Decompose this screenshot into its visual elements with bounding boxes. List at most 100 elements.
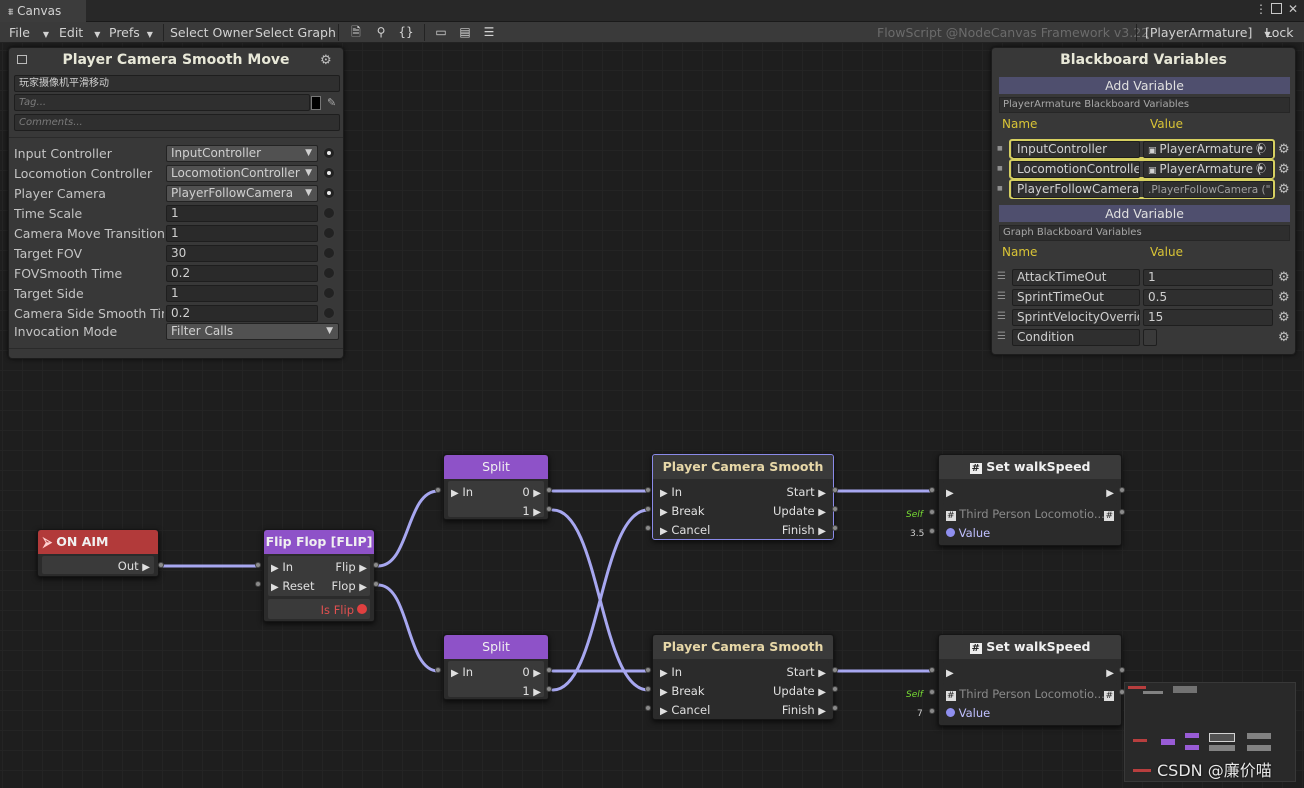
blackboard-link-toggle[interactable]: [323, 267, 335, 279]
port-connector[interactable]: [1119, 509, 1125, 515]
blackboard-link-toggle[interactable]: [323, 287, 335, 299]
player-camera-smooth-move-node-2[interactable]: Player Camera Smooth Move ▶ In ▶ Break ▶…: [652, 634, 834, 720]
tag-field[interactable]: Tag...: [14, 94, 310, 111]
in-port[interactable]: ▶ In: [660, 665, 682, 681]
flow-out-port[interactable]: ▶: [1106, 665, 1114, 681]
add-variable-button[interactable]: Add Variable: [999, 205, 1290, 222]
owner-dropdown[interactable]: [PlayerArmature] ▼: [1145, 22, 1270, 43]
kebab-menu-icon[interactable]: ⋮: [1255, 2, 1267, 16]
blackboard-link-toggle[interactable]: [323, 167, 335, 179]
param-dropdown[interactable]: PlayerFollowCamera ▼: [166, 185, 318, 202]
panel-middle-icon[interactable]: ▤: [457, 25, 473, 39]
gear-icon[interactable]: ⚙: [1278, 311, 1290, 324]
port-connector[interactable]: [832, 525, 838, 531]
gear-icon[interactable]: ⚙: [1278, 331, 1290, 344]
port-connector[interactable]: [546, 487, 552, 493]
in-port[interactable]: ▶ In: [451, 665, 473, 681]
value-port[interactable]: Value: [946, 706, 990, 720]
port-connector[interactable]: [373, 581, 379, 587]
flow-in-port[interactable]: ▶: [946, 485, 954, 501]
param-field[interactable]: 0.2: [166, 305, 318, 322]
port-connector[interactable]: [929, 487, 935, 493]
port-connector[interactable]: [1119, 667, 1125, 673]
update-port[interactable]: Update ▶: [773, 504, 826, 520]
out-port[interactable]: Out ▶: [118, 559, 150, 575]
variable-value-field[interactable]: 0.5: [1143, 289, 1273, 306]
port-connector[interactable]: [645, 487, 651, 493]
cancel-port[interactable]: ▶ Cancel: [660, 703, 710, 719]
reset-port[interactable]: ▶ Reset: [271, 579, 314, 595]
player-camera-smooth-move-node-1[interactable]: Player Camera Smooth Move ▶ In ▶ Break ▶…: [652, 454, 834, 540]
flop-port[interactable]: Flop ▶: [331, 579, 367, 595]
set-walkspeed-node-2[interactable]: # Set walkSpeed ▶ ▶ # Third Person Locom…: [938, 634, 1122, 726]
port-connector[interactable]: [435, 487, 441, 493]
port-connector[interactable]: [929, 689, 935, 695]
port-connector[interactable]: [929, 528, 935, 534]
drag-handle-icon[interactable]: ■: [997, 183, 1005, 195]
value-port[interactable]: Value: [946, 526, 990, 540]
node-name-field[interactable]: 玩家摄像机平滑移动: [14, 75, 340, 92]
comments-field[interactable]: Comments...: [14, 114, 340, 131]
blackboard-link-toggle[interactable]: [323, 247, 335, 259]
maximize-icon[interactable]: [1271, 3, 1282, 14]
finish-port[interactable]: Finish ▶: [782, 523, 826, 539]
split-node-1[interactable]: Split ▶ In 0 ▶ 1 ▶: [443, 454, 549, 520]
select-owner-button[interactable]: Select Owner: [170, 22, 253, 43]
out-1-port[interactable]: 1 ▶: [522, 684, 541, 700]
flip-port[interactable]: Flip ▶: [335, 560, 367, 576]
on-aim-action-node[interactable]: ⮚ ON AIM ACTION Out ▶: [37, 529, 159, 577]
break-port[interactable]: ▶ Break: [660, 504, 705, 520]
port-connector[interactable]: [645, 705, 651, 711]
gear-icon[interactable]: ⚙: [1278, 291, 1290, 304]
update-port[interactable]: Update ▶: [773, 684, 826, 700]
variable-name-field[interactable]: PlayerFollowCamera: [1012, 181, 1140, 198]
gear-icon[interactable]: ⚙: [1278, 271, 1290, 284]
port-connector[interactable]: [832, 667, 838, 673]
variable-name-field[interactable]: Condition: [1012, 329, 1140, 346]
port-connector[interactable]: [1119, 487, 1125, 493]
panel-top-icon[interactable]: ▭: [433, 25, 449, 39]
split-node-2[interactable]: Split ▶ In 0 ▶ 1 ▶: [443, 634, 549, 700]
blackboard-link-toggle[interactable]: [323, 187, 335, 199]
in-port[interactable]: ▶ In: [451, 485, 473, 501]
port-connector[interactable]: [645, 667, 651, 673]
drag-handle-icon[interactable]: ☰: [997, 271, 1006, 283]
port-connector[interactable]: [645, 506, 651, 512]
drag-handle-icon[interactable]: ■: [997, 143, 1005, 155]
port-connector[interactable]: [546, 506, 552, 512]
port-connector[interactable]: [832, 686, 838, 692]
drag-handle-icon[interactable]: ☰: [997, 331, 1006, 343]
finish-port[interactable]: Finish ▶: [782, 703, 826, 719]
document-icon[interactable]: 🗎: [348, 25, 364, 39]
in-port[interactable]: ▶ In: [660, 485, 682, 501]
value-input[interactable]: 3.5: [910, 527, 924, 541]
target-picker-icon[interactable]: ⦿: [1256, 142, 1266, 157]
port-connector[interactable]: [255, 581, 261, 587]
port-connector[interactable]: [373, 562, 379, 568]
out-0-port[interactable]: 0 ▶: [522, 485, 541, 501]
variable-value-field[interactable]: .PlayerFollowCamera (": [1143, 181, 1273, 198]
invocation-mode-dropdown[interactable]: Filter Calls ▼: [166, 323, 339, 340]
panel-list-icon[interactable]: ☰: [481, 25, 497, 39]
port-connector[interactable]: [546, 686, 552, 692]
port-connector[interactable]: [929, 708, 935, 714]
break-port[interactable]: ▶ Break: [660, 684, 705, 700]
gear-icon[interactable]: ⚙: [1278, 183, 1290, 196]
param-dropdown[interactable]: LocomotionController ▼: [166, 165, 318, 182]
port-connector[interactable]: [435, 667, 441, 673]
drag-handle-icon[interactable]: ☰: [997, 291, 1006, 303]
port-connector[interactable]: [645, 525, 651, 531]
port-connector[interactable]: [255, 562, 261, 568]
cancel-port[interactable]: ▶ Cancel: [660, 523, 710, 539]
port-connector[interactable]: [832, 487, 838, 493]
out-1-port[interactable]: 1 ▶: [522, 504, 541, 520]
eyedropper-icon[interactable]: ✎: [327, 96, 336, 109]
port-connector[interactable]: [832, 506, 838, 512]
blackboard-link-toggle[interactable]: [323, 147, 335, 159]
edit-menu[interactable]: Edit ▼: [59, 22, 100, 43]
target-port[interactable]: # Third Person Locomotio...: [946, 507, 1105, 523]
graph-canvas[interactable]: Player Camera Smooth Move ⚙ 玩家摄像机平滑移动 Ta…: [0, 43, 1304, 788]
param-dropdown[interactable]: InputController ▼: [166, 145, 318, 162]
param-field[interactable]: 1: [166, 205, 318, 222]
variable-value-field[interactable]: 1: [1143, 269, 1273, 286]
